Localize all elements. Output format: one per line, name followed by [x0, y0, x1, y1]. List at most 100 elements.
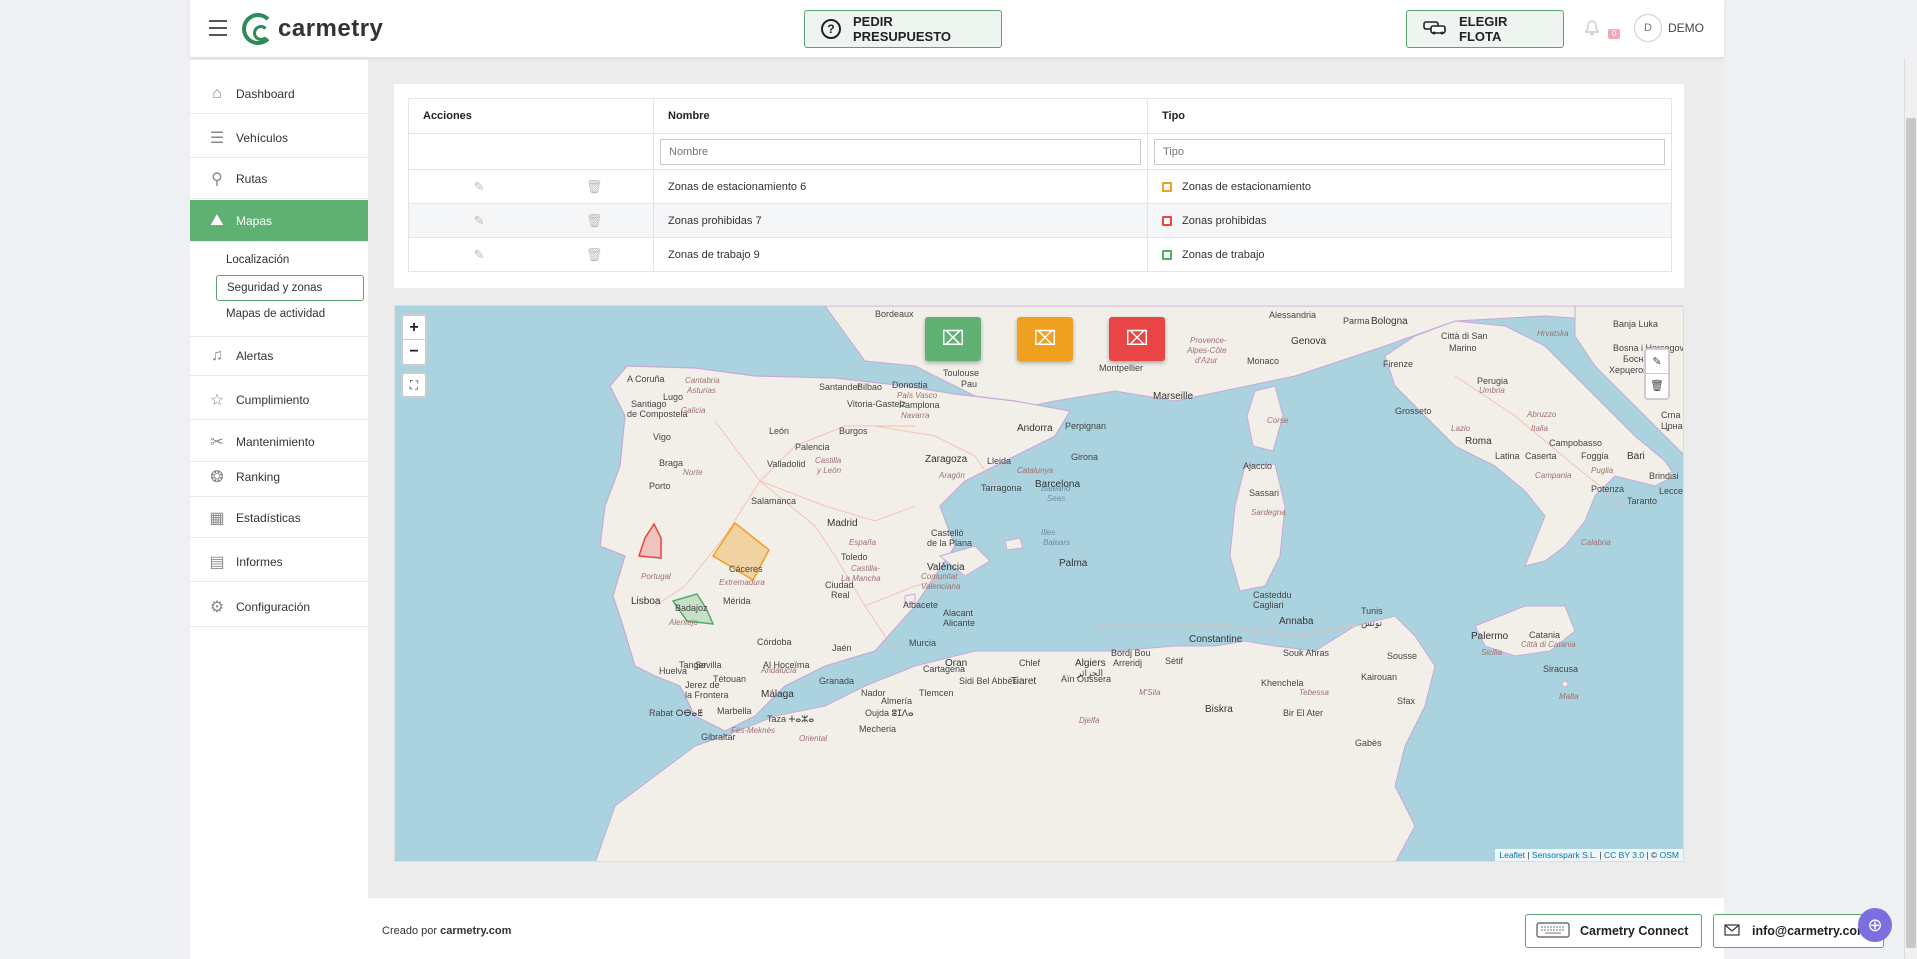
draw-parking-zone-button[interactable]: ⌧ — [1017, 317, 1073, 361]
column-header-tipo[interactable]: Tipo — [1147, 98, 1672, 134]
tipo-label: Zonas de estacionamiento — [1182, 180, 1312, 193]
nombre-filter-input[interactable] — [660, 138, 1141, 165]
map-label: de la Plana — [927, 538, 973, 548]
map-label: Marseille — [1153, 391, 1194, 402]
map-label: Perugia — [1477, 376, 1509, 386]
map-label: Gabès — [1355, 738, 1382, 748]
table-row: ✎ 🗑 Zonas de trabajo 9 Zonas de trabajo — [408, 237, 1672, 272]
elegir-flota-button[interactable]: ELEGIR FLOTA — [1406, 10, 1564, 48]
delete-trash-icon[interactable]: 🗑 — [586, 179, 603, 195]
sub-item-mapas-actividad[interactable]: Mapas de actividad — [216, 302, 364, 328]
sidebar-item-mapas[interactable]: ⛰ Mapas — [190, 200, 368, 242]
sidebar-item-cumplimiento[interactable]: ☆ Cumplimiento — [190, 380, 368, 420]
edit-pencil-icon[interactable]: ✎ — [474, 247, 485, 263]
filter-cell-tipo — [1147, 133, 1672, 170]
delete-layers-icon[interactable]: 🗑 — [1646, 374, 1668, 398]
delete-trash-icon[interactable]: 🗑 — [586, 247, 603, 263]
map-label: Castilla- — [851, 564, 880, 573]
scrollbar-thumb[interactable] — [1906, 118, 1916, 948]
delete-trash-icon[interactable]: 🗑 — [586, 213, 603, 229]
tipo-filter-input[interactable] — [1154, 138, 1665, 165]
carmetry-logo[interactable]: carmetry — [242, 12, 383, 46]
filter-cell-empty — [408, 133, 654, 170]
filter-cell-nombre — [653, 133, 1148, 170]
attribution-separator: | — [1597, 850, 1605, 860]
sidebar-item-alertas[interactable]: ♫ Alertas — [190, 336, 368, 376]
edit-pencil-icon[interactable]: ✎ — [474, 179, 485, 195]
map-attribution: Leaflet | Sensorspark S.L. | CC BY 3.0 |… — [1495, 849, 1683, 861]
sub-item-localizacion[interactable]: Localización — [216, 248, 364, 274]
zones-table: Acciones Nombre Tipo ✎🗑 Zonas de estacio… — [408, 98, 1672, 272]
cc-license-link[interactable]: CC BY 3.0 — [1604, 850, 1644, 860]
zoom-control: + − — [401, 314, 427, 366]
draw-forbidden-zone-button[interactable]: ⌧ — [1109, 317, 1165, 361]
map-label: Corse — [1267, 416, 1289, 425]
map-label: Црна Го — [1661, 421, 1683, 431]
draw-work-zone-button[interactable]: ⌧ — [925, 317, 981, 361]
zone-work-icon — [1162, 249, 1172, 260]
map-label: Alessandria — [1269, 310, 1317, 320]
map-label: تونس — [1361, 618, 1383, 628]
email-label: info@carmetry.com — [1752, 924, 1869, 938]
column-header-nombre[interactable]: Nombre — [653, 98, 1148, 134]
user-name[interactable]: DEMO — [1668, 21, 1704, 35]
sidebar-item-mantenimiento[interactable]: ✂ Mantenimiento — [190, 422, 368, 462]
hamburger-menu-icon[interactable] — [209, 20, 227, 36]
notification-count-badge: 0 — [1608, 29, 1620, 39]
map-label: Norte — [683, 468, 703, 477]
sidebar-item-estadisticas[interactable]: ▦ Estadísticas — [190, 498, 368, 538]
edit-pencil-icon[interactable]: ✎ — [474, 213, 485, 229]
sidebar-item-ranking[interactable]: ❂ Ranking — [190, 457, 368, 497]
zoom-in-button[interactable]: + — [403, 316, 425, 340]
map-label: Sétif — [1165, 656, 1184, 666]
map-label: Roma — [1465, 436, 1492, 447]
map-label: Burgos — [839, 426, 868, 436]
map-label: Real — [831, 590, 850, 600]
sidebar-item-rutas[interactable]: ⚲ Rutas — [190, 159, 368, 199]
map-label: Ajaccio — [1243, 461, 1273, 471]
zones-map[interactable]: Bordeaux Toulouse Pau Montpellier Marsei… — [394, 305, 1684, 862]
help-chat-button[interactable]: ⊕ — [1858, 908, 1892, 942]
fullscreen-button[interactable]: ⛶ — [401, 372, 427, 398]
map-label: Annaba — [1279, 616, 1314, 627]
notifications-bell-icon[interactable] — [1584, 20, 1602, 38]
sidebar-item-configuracion[interactable]: ⚙ Configuración — [190, 587, 368, 627]
map-label: Bir El Ater — [1283, 708, 1324, 718]
leaflet-link[interactable]: Leaflet — [1499, 850, 1525, 860]
map-label: Casteddu — [1253, 590, 1292, 600]
edit-layers-icon[interactable]: ✎ — [1646, 350, 1668, 374]
map-label: Lisboa — [631, 596, 661, 607]
map-label: Pamplona — [899, 400, 940, 410]
sidebar: ⌂ Dashboard ☰ Vehículos ⚲ Rutas ⛰ Mapas … — [190, 60, 368, 959]
map-label: Tanger — [679, 660, 707, 670]
sidebar-item-informes[interactable]: ▤ Informes — [190, 542, 368, 582]
carmetry-connect-button[interactable]: Carmetry Connect — [1525, 914, 1702, 948]
sidebar-item-vehiculos[interactable]: ☰ Vehículos — [190, 118, 368, 158]
zoom-out-button[interactable]: − — [403, 340, 425, 364]
chart-icon: ▦ — [209, 509, 225, 527]
map-label: Asturias — [687, 386, 716, 395]
sensorspark-link[interactable]: Sensorspark S.L. — [1532, 850, 1597, 860]
sidebar-item-label: Ranking — [236, 469, 281, 484]
nombre-cell: Zonas de estacionamiento 6 — [653, 169, 1148, 204]
pedir-presupuesto-button[interactable]: ? PEDIR PRESUPUESTO — [804, 10, 1002, 48]
footer-created-by: Creado por — [382, 925, 441, 937]
map-label: Lleida — [987, 456, 1012, 466]
edit-control: ✎ 🗑 — [1644, 348, 1670, 400]
map-label: Almería — [881, 696, 913, 706]
map-label: Sardegna — [1251, 508, 1286, 517]
map-label: Tebessa — [1299, 688, 1329, 697]
nombre-cell: Zonas prohibidas 7 — [653, 203, 1148, 238]
flota-label: ELEGIR FLOTA — [1459, 14, 1508, 44]
map-label: y León — [817, 466, 842, 475]
footer-site-link[interactable]: carmetry.com — [440, 925, 511, 937]
osm-link[interactable]: OSM — [1660, 850, 1679, 860]
map-label: Puglia — [1591, 466, 1614, 475]
user-avatar[interactable]: D — [1634, 14, 1662, 42]
sub-item-seguridad-zonas[interactable]: Seguridad y zonas — [216, 275, 364, 301]
home-icon: ⌂ — [212, 84, 222, 102]
sidebar-item-dashboard[interactable]: ⌂ Dashboard — [190, 74, 368, 114]
map-label: Castilla — [815, 456, 842, 465]
map-label: Santiago — [631, 399, 667, 409]
map-label: Kairouan — [1361, 672, 1398, 682]
